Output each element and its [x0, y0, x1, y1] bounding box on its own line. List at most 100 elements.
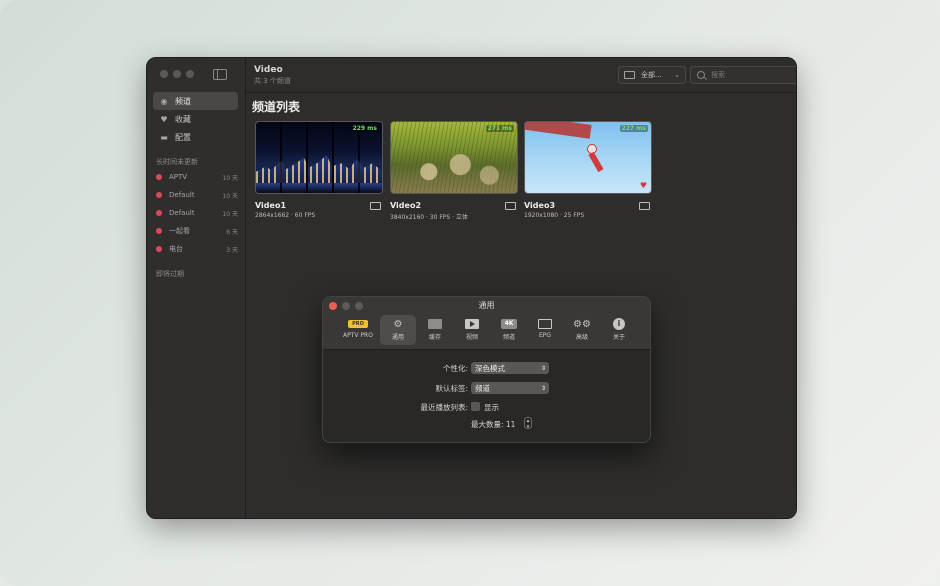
video-spec: 2864x1662 · 60 FPS: [255, 212, 316, 219]
default-tab-select[interactable]: 频道 ⇕: [471, 382, 549, 394]
screen-badge-icon: [370, 201, 381, 210]
recent-show-checkbox[interactable]: [471, 402, 480, 411]
personalize-select[interactable]: 深色模式 ⇕: [471, 362, 549, 374]
tab-label: 缓存: [428, 334, 441, 341]
sidebar-item-label: 收藏: [175, 114, 191, 124]
video-thumbnail[interactable]: 271 ms: [390, 121, 518, 194]
cache-folder-icon: [428, 319, 442, 329]
close-button[interactable]: [160, 70, 168, 78]
status-dot-icon: [156, 210, 162, 216]
filter-dropdown[interactable]: 全部... ⌄: [618, 66, 686, 84]
default-tab-value: 频道: [475, 383, 490, 393]
video-card[interactable]: 271 ms Video2 3840x2160 · 30 FPS · 立体: [390, 121, 518, 221]
channel-age: 10 天: [222, 192, 238, 200]
tab-label: 关于: [612, 334, 625, 341]
about-info-icon: i: [613, 318, 625, 330]
max-count-label: 最大数量: 11: [471, 420, 516, 429]
channel-age: 6 天: [226, 228, 238, 236]
channel-name: Default: [169, 191, 195, 199]
window-frames: [256, 122, 382, 193]
zoom-button[interactable]: [186, 70, 194, 78]
heart-icon: ♥: [639, 181, 647, 190]
sidebar-toggle-icon[interactable]: [213, 69, 227, 80]
recent-playlist-label: 最近播放列表:: [420, 403, 468, 412]
video-spec: 1920x1080 · 25 FPS: [524, 212, 585, 219]
tab-general[interactable]: ⚙ 通用: [380, 315, 416, 345]
tab-cache[interactable]: 缓存: [417, 315, 453, 345]
sidebar-item-config[interactable]: ▬ 配置: [153, 128, 238, 146]
video-spec: 3840x2160 · 30 FPS · 立体: [390, 214, 468, 221]
sidebar-item-favorites[interactable]: ♥ 收藏: [153, 110, 238, 128]
screen-badge-icon: [505, 201, 516, 210]
channel-name: Default: [169, 209, 195, 217]
channel-item[interactable]: Default 10 天: [156, 188, 238, 202]
section-expiring-title: 即将过期: [156, 270, 184, 278]
chevron-down-icon: ⌄: [674, 71, 680, 79]
channel-item[interactable]: APTV 10 天: [156, 170, 238, 184]
video-card[interactable]: 229 ms Video1 2864x1662 · 60 FPS: [255, 121, 383, 219]
channel-item[interactable]: Default 10 天: [156, 206, 238, 220]
tray-icon: [624, 71, 635, 79]
channel-name: 电台: [169, 245, 183, 253]
latency-badge: 229 ms: [350, 125, 379, 132]
search-placeholder: 搜索: [711, 71, 725, 79]
general-gear-icon: ⚙: [393, 318, 403, 330]
sidebar-item-channels[interactable]: ◉ 频道: [153, 92, 238, 110]
channel-age: 10 天: [222, 210, 238, 218]
channel-item[interactable]: 电台 3 天: [156, 242, 238, 256]
latency-badge: 227 ms: [619, 125, 648, 132]
video-title: Video1: [255, 201, 287, 210]
content-area: Video 共 3 个频道 全部... ⌄ 搜索 ☁⌄ ⟳ 频道列表: [246, 58, 796, 518]
window-controls: [160, 70, 194, 78]
search-icon: [697, 71, 705, 79]
tab-about[interactable]: i 关于: [601, 315, 637, 345]
channel-4k-icon: 4K: [501, 319, 517, 329]
personalize-value: 深色模式: [475, 363, 505, 373]
desktop-background: ◉ 频道 ♥ 收藏 ▬ 配置 长时间未更新 APTV 10 天 Default …: [0, 0, 940, 586]
toolbar: Video 共 3 个频道 全部... ⌄ 搜索 ☁⌄ ⟳: [246, 58, 796, 93]
tab-advanced[interactable]: ⚙⚙ 高级: [564, 315, 600, 345]
max-count-stepper[interactable]: ▴ ▾: [524, 417, 532, 430]
video-thumbnail[interactable]: ♥ 227 ms: [524, 121, 652, 194]
channel-age: 3 天: [226, 246, 238, 254]
tab-channel[interactable]: 4K 频道: [491, 315, 527, 345]
latency-badge: 271 ms: [485, 125, 514, 132]
window-title: Video: [254, 65, 283, 75]
preferences-toolbar: 通用 PRO APTV PRO ⚙ 通用 缓存 视频 4K 频道 EPG ⚙⚙ …: [323, 297, 650, 350]
tab-label: EPG: [538, 332, 552, 339]
video-play-icon: [465, 319, 479, 329]
default-tab-label: 默认标签:: [435, 384, 468, 393]
video-card[interactable]: ♥ 227 ms Video3 1920x1080 · 25 FPS: [524, 121, 652, 219]
channel-item[interactable]: 一起看 6 天: [156, 224, 238, 238]
roof-eave-image: [525, 122, 592, 139]
recent-show-label: 显示: [484, 403, 499, 412]
screen-badge-icon: [639, 201, 650, 210]
status-dot-icon: [156, 174, 162, 180]
filter-label: 全部...: [641, 71, 662, 79]
status-dot-icon: [156, 192, 162, 198]
advanced-gears-icon: ⚙⚙: [573, 318, 591, 330]
tab-epg[interactable]: EPG: [527, 315, 563, 345]
grass-field-image: [391, 122, 517, 193]
channel-age: 10 天: [222, 174, 238, 182]
aptv-pro-icon: PRO: [348, 320, 368, 328]
video-thumbnail[interactable]: 229 ms: [255, 121, 383, 194]
tab-video[interactable]: 视频: [454, 315, 490, 345]
folder-icon: ▬: [160, 132, 168, 142]
antenna-icon: ◉: [160, 96, 168, 106]
search-field[interactable]: 搜索: [690, 66, 796, 84]
tab-aptv-pro[interactable]: PRO APTV PRO: [340, 315, 376, 345]
tab-label: 视频: [465, 334, 478, 341]
main-window: ◉ 频道 ♥ 收藏 ▬ 配置 长时间未更新 APTV 10 天 Default …: [146, 57, 797, 519]
status-dot-icon: [156, 228, 162, 234]
page-title: 频道列表: [252, 100, 301, 114]
preferences-title: 通用: [478, 301, 495, 310]
updown-chevron-icon: ⇕: [540, 384, 546, 392]
tab-label: 频道: [502, 334, 515, 341]
personalize-label: 个性化:: [442, 364, 468, 373]
tab-label: 通用: [391, 334, 404, 341]
sidebar-item-label: 配置: [175, 132, 191, 142]
tab-label: APTV PRO: [343, 332, 373, 339]
minimize-button[interactable]: [173, 70, 181, 78]
channel-name: APTV: [169, 173, 188, 181]
